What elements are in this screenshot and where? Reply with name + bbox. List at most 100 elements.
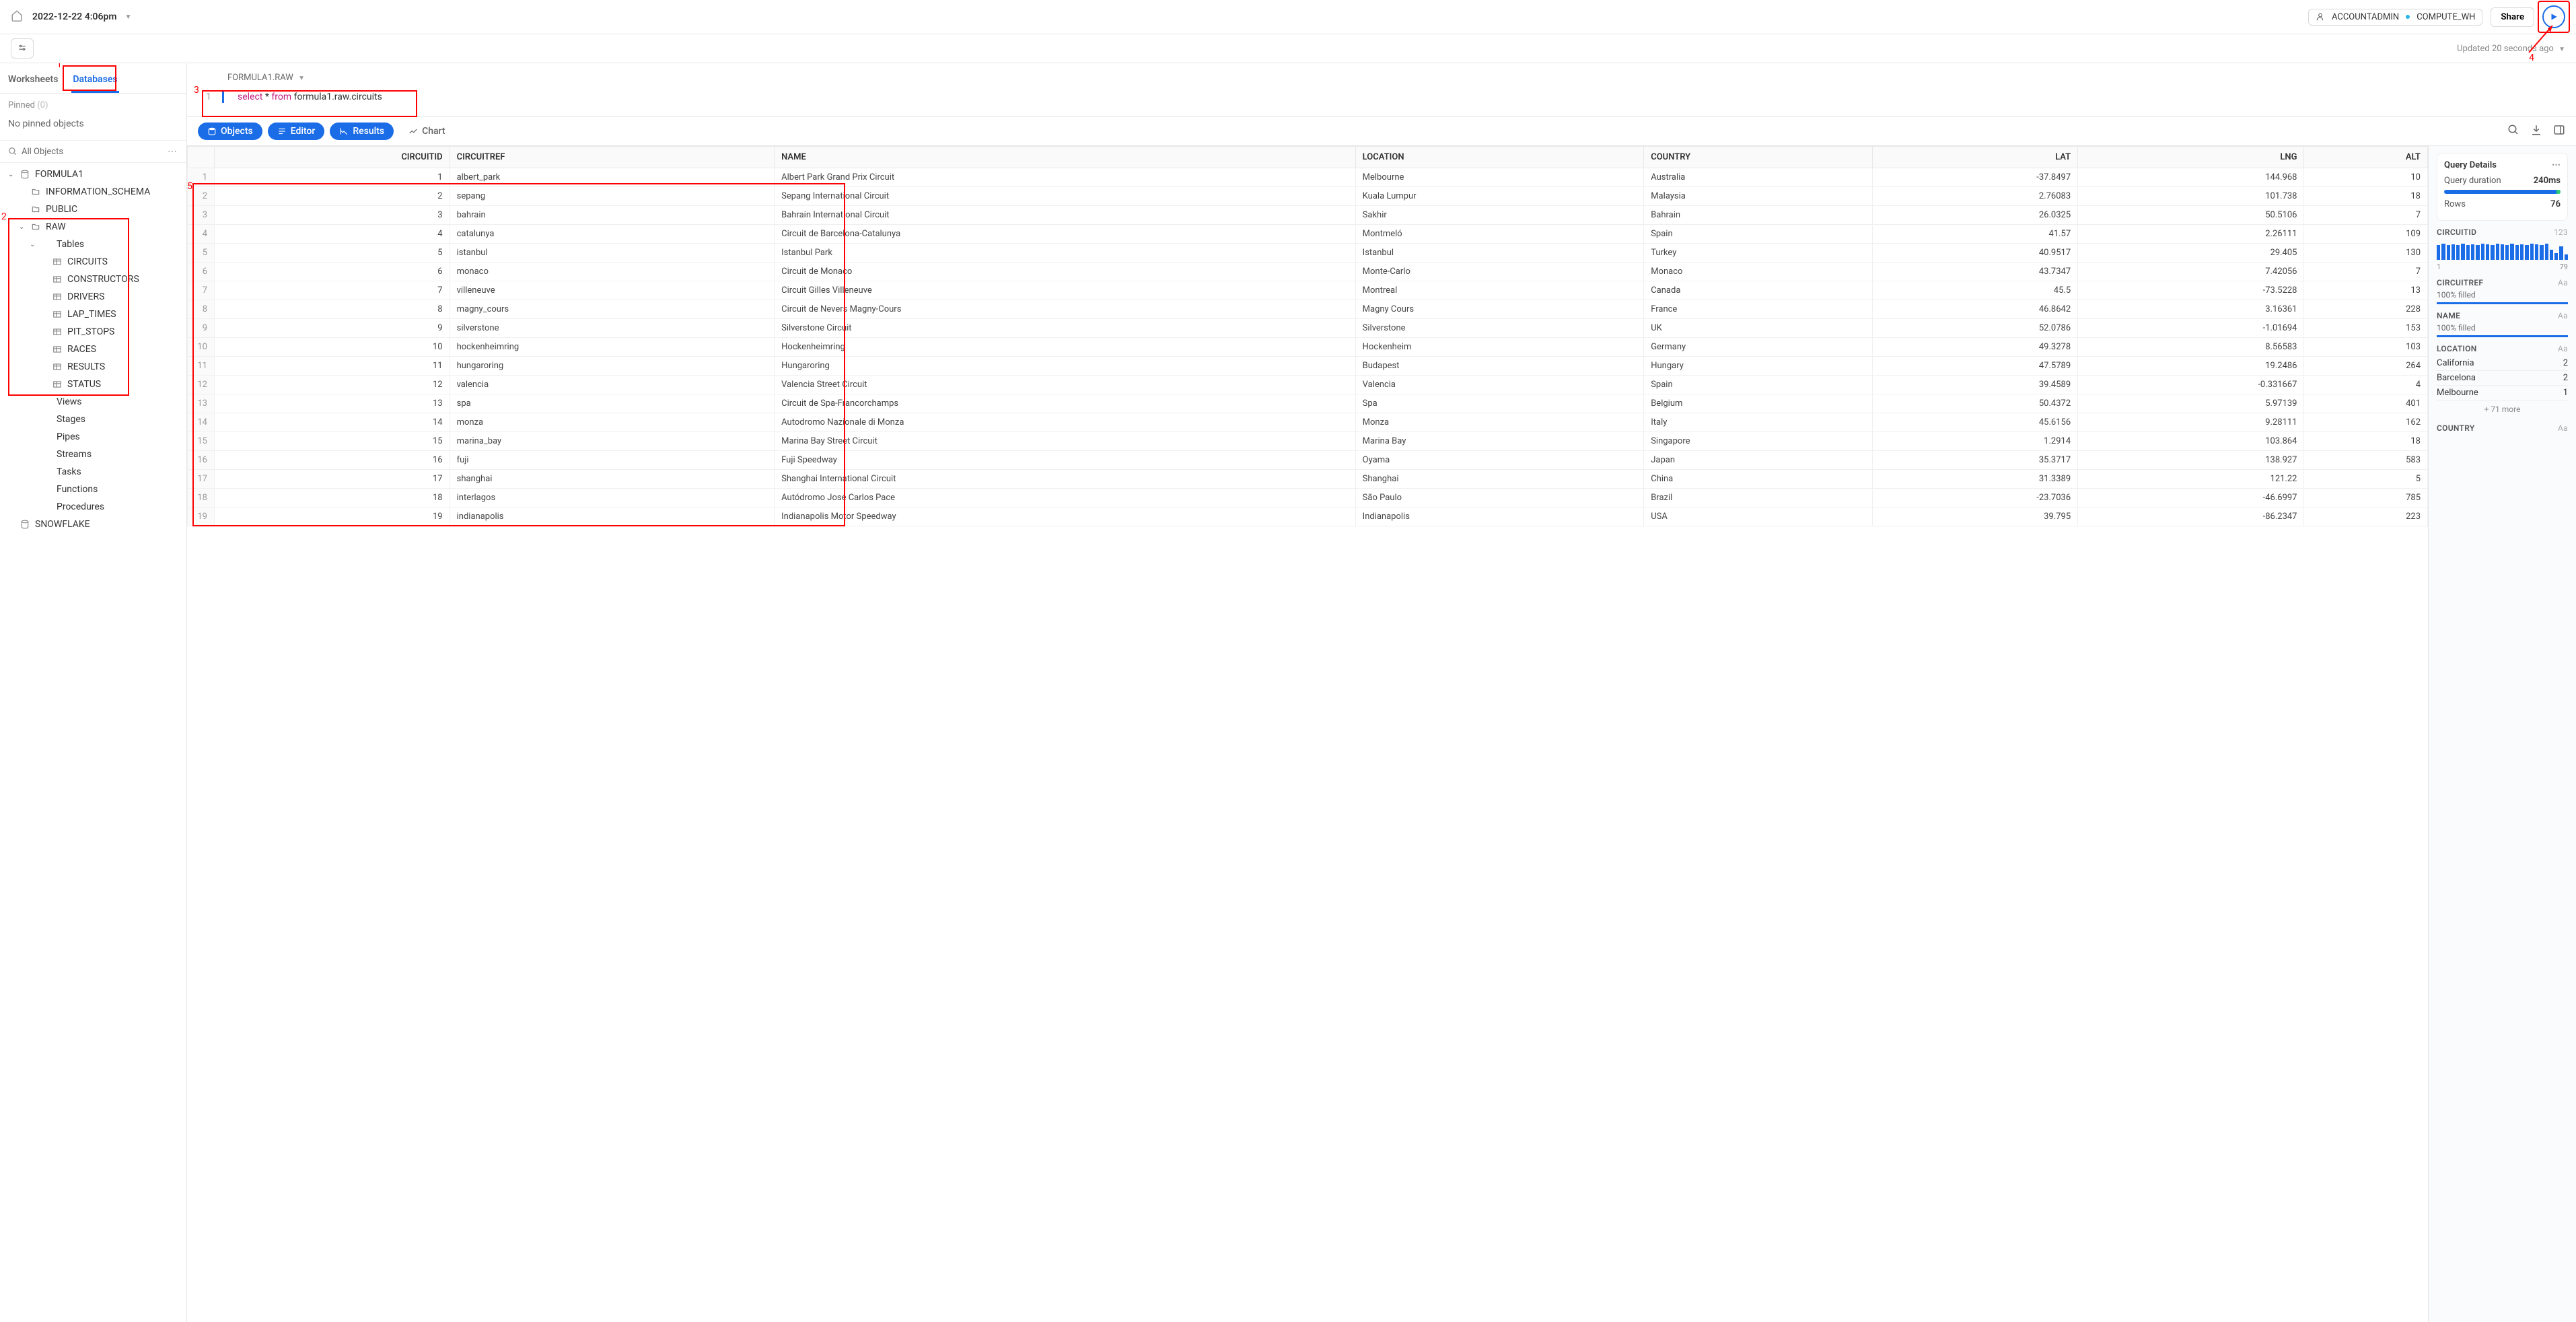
cell: silverstone (450, 319, 775, 338)
line-number: 1 (198, 92, 211, 102)
tree-item-lap_times[interactable]: LAP_TIMES (0, 306, 186, 323)
row-number: 9 (188, 319, 215, 338)
row-number: 7 (188, 281, 215, 300)
tree-item-constructors[interactable]: CONSTRUCTORS (0, 271, 186, 288)
header: 2022-12-22 4:06pm ▼ ACCOUNTADMIN COMPUTE… (0, 0, 2576, 34)
tree-item-races[interactable]: RACES (0, 341, 186, 358)
sidebar-tabs: Worksheets Databases (0, 63, 186, 94)
cell: Shanghai International Circuit (775, 470, 1356, 489)
tree-item-snowflake[interactable]: SNOWFLAKE (0, 516, 186, 533)
no-pinned-text: No pinned objects (0, 117, 186, 140)
col-alt[interactable]: ALT (2304, 147, 2428, 168)
row-number: 4 (188, 225, 215, 244)
col-name[interactable]: NAME (775, 147, 1356, 168)
results-table-wrap[interactable]: CIRCUITIDCIRCUITREFNAMELOCATIONCOUNTRYLA… (187, 146, 2428, 1322)
tree-item-tables[interactable]: ⌄Tables (0, 236, 186, 253)
query-details-title: Query Details⋯ (2444, 160, 2561, 170)
sql-editor[interactable]: 1 select * from formula1.raw.circuits (187, 87, 2576, 116)
cell: 18 (2304, 432, 2428, 451)
tree-item-streams[interactable]: Streams (0, 446, 186, 463)
cursor (222, 91, 224, 103)
cell: Magny Cours (1355, 300, 1644, 319)
filter-button[interactable] (11, 38, 34, 59)
cell: 5 (215, 244, 450, 263)
cell: 16 (215, 451, 450, 470)
cell: 9 (215, 319, 450, 338)
tree-item-information_schema[interactable]: INFORMATION_SCHEMA (0, 183, 186, 201)
cell: São Paulo (1355, 489, 1644, 508)
cell: hungaroring (450, 357, 775, 376)
cell: Budapest (1355, 357, 1644, 376)
cell: 401 (2304, 394, 2428, 413)
tree-item-pit_stops[interactable]: PIT_STOPS (0, 323, 186, 341)
col-country[interactable]: COUNTRY (1644, 147, 1873, 168)
duration-bar (2444, 190, 2561, 194)
cell: 46.8642 (1872, 300, 2077, 319)
tree-item-public[interactable]: PUBLIC (0, 201, 186, 218)
cell: Indianapolis Motor Speedway (775, 508, 1356, 526)
row-number: 18 (188, 489, 215, 508)
cell: 39.795 (1872, 508, 2077, 526)
col-circuitref[interactable]: CIRCUITREF (450, 147, 775, 168)
row-number: 14 (188, 413, 215, 432)
sql-text: select * from formula1.raw.circuits (238, 92, 382, 102)
breadcrumb[interactable]: FORMULA1.RAW ▼ (187, 63, 2576, 87)
cell: shanghai (450, 470, 775, 489)
search-results-icon[interactable] (2507, 124, 2519, 139)
tree-item-procedures[interactable]: Procedures (0, 498, 186, 516)
results-pill[interactable]: Results (330, 123, 394, 140)
cell: 50.5106 (2078, 206, 2304, 225)
tree-item-drivers[interactable]: DRIVERS (0, 288, 186, 306)
tab-databases[interactable]: Databases (71, 69, 118, 93)
cell: magny_cours (450, 300, 775, 319)
location-row: Barcelona2 (2437, 371, 2568, 386)
download-icon[interactable] (2530, 124, 2542, 139)
tree-item-raw[interactable]: ⌄RAW (0, 218, 186, 236)
col-lng[interactable]: LNG (2078, 147, 2304, 168)
role-warehouse-pill[interactable]: ACCOUNTADMIN COMPUTE_WH (2308, 9, 2482, 26)
tree-item-pipes[interactable]: Pipes (0, 428, 186, 446)
tree-item-functions[interactable]: Functions (0, 481, 186, 498)
details-more-icon[interactable]: ⋯ (2552, 160, 2561, 170)
tree-item-stages[interactable]: Stages (0, 411, 186, 428)
cell: 3 (215, 206, 450, 225)
cell: Brazil (1644, 489, 1873, 508)
location-row: Melbourne1 (2437, 386, 2568, 401)
cell: 7 (215, 281, 450, 300)
query-details-panel: Query Details⋯ Query duration240ms Rows7… (2428, 146, 2576, 1322)
location-row: California2 (2437, 356, 2568, 371)
cell: -37.8497 (1872, 168, 2077, 187)
tab-worksheets[interactable]: Worksheets (7, 69, 59, 93)
editor-pill[interactable]: Editor (268, 123, 325, 140)
subheader: Updated 20 seconds ago ▼ (0, 34, 2576, 63)
cell: UK (1644, 319, 1873, 338)
objects-pill[interactable]: Objects (198, 123, 262, 140)
tree-item-tasks[interactable]: Tasks (0, 463, 186, 481)
more-icon[interactable]: ⋯ (168, 146, 178, 157)
cell: 6 (215, 263, 450, 281)
cell: 162 (2304, 413, 2428, 432)
results-table: CIRCUITIDCIRCUITREFNAMELOCATIONCOUNTRYLA… (187, 146, 2428, 526)
cell: 49.3278 (1872, 338, 2077, 357)
cell: 43.7347 (1872, 263, 2077, 281)
tree-item-results[interactable]: RESULTS (0, 358, 186, 376)
cell: 14 (215, 413, 450, 432)
tree-item-formula1[interactable]: ⌄FORMULA1 (0, 166, 186, 183)
all-objects-row[interactable]: All Objects ⋯ (0, 140, 186, 163)
tree-item-circuits[interactable]: CIRCUITS (0, 253, 186, 271)
worksheet-title[interactable]: 2022-12-22 4:06pm (32, 11, 117, 22)
home-icon[interactable] (11, 9, 23, 24)
col-lat[interactable]: LAT (1872, 147, 2077, 168)
panel-toggle-icon[interactable] (2553, 124, 2565, 139)
cell: -73.5228 (2078, 281, 2304, 300)
cell: marina_bay (450, 432, 775, 451)
chart-pill[interactable]: Chart (399, 123, 454, 140)
cell: Canada (1644, 281, 1873, 300)
annotation-5: 5 (187, 181, 192, 192)
tree-item-status[interactable]: STATUS (0, 376, 186, 393)
main: FORMULA1.RAW ▼ 1 select * from formula1.… (187, 63, 2576, 1322)
col-location[interactable]: LOCATION (1355, 147, 1644, 168)
col-circuitid[interactable]: CIRCUITID (215, 147, 450, 168)
tree-item-views[interactable]: Views (0, 393, 186, 411)
title-chevron-icon[interactable]: ▼ (125, 13, 132, 21)
